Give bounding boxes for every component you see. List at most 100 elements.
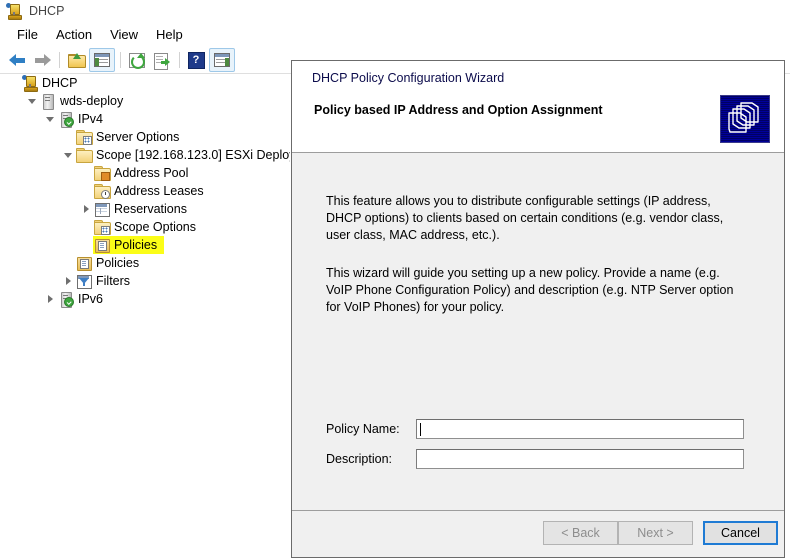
tree-item-dhcp[interactable]: DHCP — [0, 74, 290, 92]
address-leases-icon — [94, 183, 111, 199]
toolbar-help-button[interactable]: ? — [184, 49, 208, 71]
tree-item-label: Scope [192.168.123.0] ESXi Deployment — [96, 148, 290, 162]
server-icon — [40, 93, 56, 110]
chevron-right-icon[interactable] — [42, 291, 58, 307]
tree-item-label: Policies — [114, 238, 158, 252]
tree-twisty-placeholder — [6, 75, 22, 91]
menu-item-view[interactable]: View — [101, 25, 147, 44]
tree-item-content: Policies — [76, 255, 142, 271]
chevron-right-icon[interactable] — [78, 201, 94, 217]
tree-item-policies[interactable]: Policies — [0, 236, 290, 254]
tree-item-content: IPv4 — [58, 111, 106, 128]
title-bar: DHCP — [0, 0, 790, 22]
back-arrow-icon — [8, 53, 26, 67]
policy-name-row: Policy Name: — [326, 419, 744, 439]
server-ok-icon — [58, 111, 74, 128]
chevron-down-icon[interactable] — [60, 147, 76, 163]
tree-item-content: IPv6 — [58, 291, 106, 308]
menu-item-help[interactable]: Help — [147, 25, 192, 44]
tree-item-label: Filters — [96, 274, 131, 288]
filters-icon — [76, 273, 92, 289]
tree-item-policies[interactable]: Policies — [0, 254, 290, 272]
policy-name-input[interactable] — [416, 419, 744, 439]
tree-item-label: DHCP — [42, 76, 78, 90]
text-caret — [420, 422, 421, 436]
export-list-icon — [154, 52, 170, 70]
toolbar-forward-button[interactable] — [30, 49, 54, 71]
toolbar-show-hide-action-pane-button[interactable] — [209, 48, 235, 72]
scope-options-icon — [94, 219, 111, 235]
reservations-icon — [94, 201, 110, 217]
tree-item-label: Address Leases — [114, 184, 204, 198]
tree-item-label: Reservations — [114, 202, 187, 216]
back-button[interactable]: < Back — [543, 521, 618, 545]
wizard-header: DHCP Policy Configuration Wizard Policy … — [292, 61, 784, 153]
tree-twisty-placeholder — [78, 237, 94, 253]
tree-item-label: wds-deploy — [60, 94, 124, 108]
tree-twisty-placeholder — [78, 183, 94, 199]
wizard-paragraph-1: This feature allows you to distribute co… — [326, 194, 724, 242]
next-button[interactable]: Next > — [618, 521, 693, 545]
tree-item-label: IPv6 — [78, 292, 104, 306]
toolbar-export-list-button[interactable] — [150, 49, 174, 71]
console-tree[interactable]: DHCP wds-deploy IPv4 Server Options Scope [1… — [0, 74, 290, 558]
tree-item-filters[interactable]: Filters — [0, 272, 290, 290]
tree-item-content: Reservations — [94, 201, 190, 217]
tree-item-scope-192-168-123-0-esxi-deployment[interactable]: Scope [192.168.123.0] ESXi Deployment — [0, 146, 290, 164]
tree-item-label: IPv4 — [78, 112, 104, 126]
chevron-down-icon[interactable] — [42, 111, 58, 127]
tree-item-content: DHCP — [22, 75, 80, 92]
address-pool-icon — [94, 165, 111, 181]
tree-item-content: Server Options — [76, 129, 182, 145]
dhcp-root-icon — [22, 75, 38, 92]
menu-item-action[interactable]: Action — [47, 25, 101, 44]
tree-item-scope-options[interactable]: Scope Options — [0, 218, 290, 236]
tree-item-content: Address Leases — [94, 183, 207, 199]
tree-item-label: Policies — [96, 256, 140, 270]
tree-twisty-placeholder — [60, 129, 76, 145]
tree-item-address-leases[interactable]: Address Leases — [0, 182, 290, 200]
highlight-box: Policies — [93, 236, 165, 254]
show-hide-console-tree-icon — [94, 53, 110, 67]
toolbar-separator — [120, 52, 121, 68]
toolbar-show-hide-console-tree-button[interactable] — [89, 48, 115, 72]
forward-arrow-icon — [34, 53, 51, 67]
server-options-icon — [76, 129, 93, 145]
dhcp-policy-configuration-wizard-dialog: DHCP Policy Configuration Wizard Policy … — [291, 60, 785, 558]
toolbar-separator — [59, 52, 60, 68]
menu-bar: File Action View Help — [0, 22, 790, 47]
wizard-paragraph-2: This wizard will guide you setting up a … — [326, 266, 734, 314]
tree-item-reservations[interactable]: Reservations — [0, 200, 290, 218]
tree-item-content: Scope Options — [94, 219, 199, 235]
tree-item-content: wds-deploy — [40, 93, 126, 110]
policy-folders-icon — [720, 95, 770, 143]
wizard-title: DHCP Policy Configuration Wizard — [312, 71, 505, 85]
scope-folder-icon — [76, 147, 93, 163]
description-input[interactable] — [416, 449, 744, 469]
tree-item-content: Address Pool — [94, 165, 191, 181]
wizard-body: This feature allows you to distribute co… — [292, 153, 784, 511]
tree-item-content: Filters — [76, 273, 133, 289]
chevron-down-icon[interactable] — [24, 93, 40, 109]
menu-item-file[interactable]: File — [8, 25, 47, 44]
wizard-subtitle: Policy based IP Address and Option Assig… — [314, 103, 603, 117]
description-label: Description: — [326, 452, 392, 466]
show-hide-action-pane-icon — [214, 53, 230, 67]
tree-twisty-placeholder — [78, 219, 94, 235]
wizard-footer: < Back Next > Cancel — [292, 510, 784, 557]
policies-icon — [94, 237, 110, 253]
toolbar-up-one-level-button[interactable] — [64, 49, 88, 71]
tree-item-content: Scope [192.168.123.0] ESXi Deployment — [76, 147, 290, 163]
toolbar-back-button[interactable] — [5, 49, 29, 71]
server-ok-icon — [58, 291, 74, 308]
tree-item-server-options[interactable]: Server Options — [0, 128, 290, 146]
policies-icon — [76, 255, 92, 271]
toolbar-refresh-button[interactable] — [125, 49, 149, 71]
tree-item-label: Scope Options — [114, 220, 196, 234]
tree-item-wds-deploy[interactable]: wds-deploy — [0, 92, 290, 110]
tree-item-ipv6[interactable]: IPv6 — [0, 290, 290, 308]
tree-item-ipv4[interactable]: IPv4 — [0, 110, 290, 128]
chevron-right-icon[interactable] — [60, 273, 76, 289]
tree-item-address-pool[interactable]: Address Pool — [0, 164, 290, 182]
cancel-button[interactable]: Cancel — [703, 521, 778, 545]
